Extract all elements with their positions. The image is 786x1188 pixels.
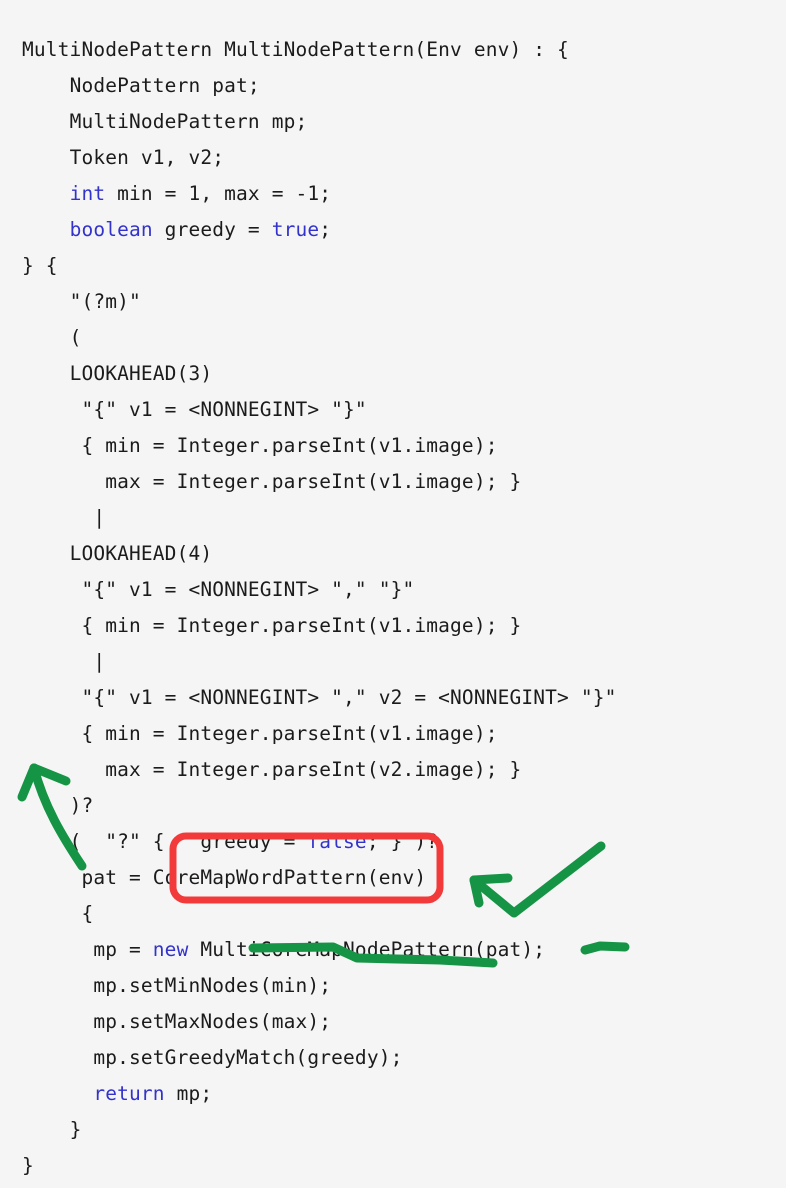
code-text: ; } )? bbox=[366, 829, 439, 853]
code-text: greedy = bbox=[152, 217, 272, 241]
code-text: NodePattern pat; bbox=[69, 73, 260, 97]
code-line: ( bbox=[22, 320, 782, 356]
code-block: MultiNodePattern MultiNodePattern(Env en… bbox=[22, 32, 782, 1184]
code-line: boolean greedy = true; bbox=[22, 212, 782, 248]
code-line: "{" v1 = <NONNEGINT> "," v2 = <NONNEGINT… bbox=[22, 680, 782, 716]
code-line: } { bbox=[22, 248, 782, 284]
code-keyword: return bbox=[93, 1081, 165, 1105]
code-line: MultiNodePattern mp; bbox=[22, 104, 782, 140]
code-text: } { bbox=[22, 253, 58, 277]
code-text: "(?m)" bbox=[69, 289, 141, 313]
code-line: mp = new MultiCoreMapNodePattern(pat); bbox=[22, 932, 782, 968]
code-line: LOOKAHEAD(3) bbox=[22, 356, 782, 392]
code-line: NodePattern pat; bbox=[22, 68, 782, 104]
code-text: { min = Integer.parseInt(v1.image); bbox=[81, 721, 498, 745]
code-keyword: true bbox=[271, 217, 320, 241]
code-text: MultiCoreMapNodePattern(pat); bbox=[188, 937, 546, 961]
code-text: MultiNodePattern MultiNodePattern(Env en… bbox=[22, 37, 569, 61]
code-line: mp.setMinNodes(min); bbox=[22, 968, 782, 1004]
code-text: mp.setGreedyMatch(greedy); bbox=[93, 1045, 403, 1069]
code-text: "{" v1 = <NONNEGINT> "}" bbox=[81, 397, 367, 421]
code-line: max = Integer.parseInt(v2.image); } bbox=[22, 752, 782, 788]
code-line: ( "?" { greedy = false; } )? bbox=[22, 824, 782, 860]
code-line: "(?m)" bbox=[22, 284, 782, 320]
code-text: { bbox=[81, 901, 94, 925]
code-keyword: boolean bbox=[69, 217, 153, 241]
code-line: LOOKAHEAD(4) bbox=[22, 536, 782, 572]
code-line: return mp; bbox=[22, 1076, 782, 1112]
code-text: LOOKAHEAD(4) bbox=[69, 541, 213, 565]
code-text: } bbox=[69, 1117, 82, 1141]
code-line: "{" v1 = <NONNEGINT> "," "}" bbox=[22, 572, 782, 608]
code-text: mp.setMinNodes(min); bbox=[93, 973, 332, 997]
code-text: | bbox=[93, 649, 106, 673]
code-text: min = 1, max = -1; bbox=[105, 181, 332, 205]
code-line: { min = Integer.parseInt(v1.image); bbox=[22, 428, 782, 464]
code-text: "{" v1 = <NONNEGINT> "," v2 = <NONNEGINT… bbox=[81, 685, 617, 709]
code-text: max = Integer.parseInt(v2.image); } bbox=[105, 757, 522, 781]
code-line: { bbox=[22, 896, 782, 932]
code-keyword: false bbox=[307, 829, 367, 853]
code-text: mp.setMaxNodes(max); bbox=[93, 1009, 332, 1033]
code-text: ; bbox=[319, 217, 332, 241]
code-text: Token v1, v2; bbox=[69, 145, 225, 169]
code-line: pat = CoreMapWordPattern(env) bbox=[22, 860, 782, 896]
code-line: } bbox=[22, 1112, 782, 1148]
code-line: max = Integer.parseInt(v1.image); } bbox=[22, 464, 782, 500]
code-line: )? bbox=[22, 788, 782, 824]
code-text: )? bbox=[69, 793, 94, 817]
code-line: "{" v1 = <NONNEGINT> "}" bbox=[22, 392, 782, 428]
code-line: { min = Integer.parseInt(v1.image); } bbox=[22, 608, 782, 644]
code-text: max = Integer.parseInt(v1.image); } bbox=[105, 469, 522, 493]
code-text: { min = Integer.parseInt(v1.image); bbox=[81, 433, 498, 457]
code-text: "{" v1 = <NONNEGINT> "," "}" bbox=[81, 577, 415, 601]
code-line: mp.setMaxNodes(max); bbox=[22, 1004, 782, 1040]
code-text: mp; bbox=[164, 1081, 213, 1105]
code-line: int min = 1, max = -1; bbox=[22, 176, 782, 212]
code-keyword: new bbox=[152, 937, 189, 961]
code-line: | bbox=[22, 500, 782, 536]
code-text: MultiNodePattern mp; bbox=[69, 109, 308, 133]
code-text: ( "?" { greedy = bbox=[69, 829, 308, 853]
code-text: } bbox=[22, 1153, 34, 1177]
code-line: | bbox=[22, 644, 782, 680]
code-line: Token v1, v2; bbox=[22, 140, 782, 176]
code-line: } bbox=[22, 1148, 782, 1184]
code-line: { min = Integer.parseInt(v1.image); bbox=[22, 716, 782, 752]
code-text: pat = CoreMapWordPattern(env) bbox=[81, 865, 427, 889]
code-text: LOOKAHEAD(3) bbox=[69, 361, 213, 385]
code-line: mp.setGreedyMatch(greedy); bbox=[22, 1040, 782, 1076]
code-text: mp = bbox=[93, 937, 153, 961]
code-text: | bbox=[93, 505, 106, 529]
code-keyword: int bbox=[69, 181, 106, 205]
code-text: { min = Integer.parseInt(v1.image); } bbox=[81, 613, 522, 637]
code-text: ( bbox=[69, 325, 82, 349]
code-line: MultiNodePattern MultiNodePattern(Env en… bbox=[22, 32, 782, 68]
screenshot-page: MultiNodePattern MultiNodePattern(Env en… bbox=[0, 0, 786, 1188]
